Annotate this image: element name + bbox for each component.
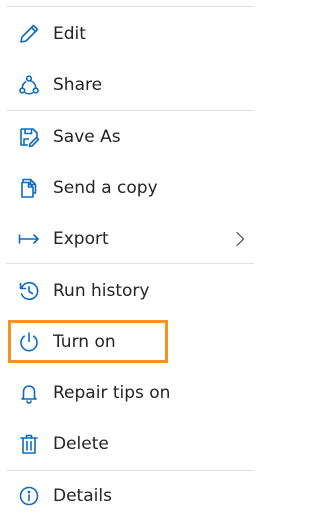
chevron-right-icon [234, 231, 246, 247]
menu-item-export[interactable]: Export [0, 217, 254, 261]
menu-item-repair-tips[interactable]: Repair tips on [0, 371, 254, 415]
menu-item-edit[interactable]: Edit [0, 12, 254, 56]
export-icon [18, 228, 40, 250]
menu-item-delete[interactable]: Delete [0, 422, 254, 466]
menu-divider [6, 263, 254, 264]
menu-item-run-history[interactable]: Run history [0, 269, 254, 313]
menu-item-send-copy[interactable]: Send a copy [0, 166, 254, 210]
highlight-box [8, 320, 168, 363]
bell-icon [18, 382, 40, 404]
menu-item-label: Share [53, 75, 103, 95]
share-icon [18, 74, 40, 96]
menu-item-share[interactable]: Share [0, 63, 254, 107]
info-icon [18, 485, 40, 507]
save-as-icon [18, 126, 40, 148]
context-menu: Edit Share Save As Send a copy Export Ru… [0, 0, 254, 513]
edit-icon [18, 23, 40, 45]
menu-item-label: Edit [53, 24, 86, 44]
history-icon [18, 280, 40, 302]
menu-item-label: Send a copy [53, 178, 158, 198]
menu-item-label: Details [53, 486, 112, 506]
menu-item-label: Run history [53, 281, 150, 301]
menu-divider [6, 470, 254, 471]
menu-divider [6, 6, 254, 7]
menu-item-label: Save As [53, 127, 121, 147]
menu-item-label: Export [53, 229, 109, 249]
menu-item-label: Delete [53, 434, 109, 454]
menu-item-label: Repair tips on [53, 383, 171, 403]
menu-item-save-as[interactable]: Save As [0, 115, 254, 159]
menu-divider [6, 110, 254, 111]
send-copy-icon [18, 177, 40, 199]
delete-icon [18, 433, 40, 455]
menu-item-details[interactable]: Details [0, 474, 254, 518]
